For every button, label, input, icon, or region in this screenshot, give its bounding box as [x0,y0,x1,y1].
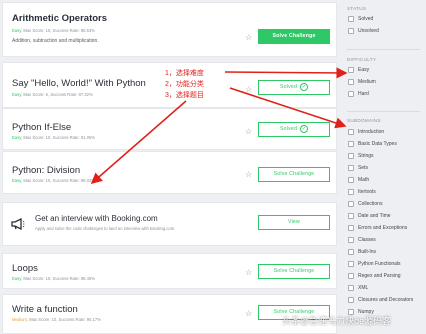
filter-easy[interactable]: Easy [348,66,424,74]
filter-regex-and-parsing[interactable]: Regex and Parsing [348,272,424,280]
challenge-title[interactable]: Write a function [12,304,78,315]
challenge-meta: Easy, Max Score: 5, Success Rate: 97.32% [12,92,93,97]
checkbox[interactable] [348,153,354,159]
divider [347,111,420,112]
checkbox[interactable] [348,79,354,85]
filter-math[interactable]: Math [348,176,424,184]
filter-built-ins[interactable]: Built-Ins [348,248,424,256]
annotation-function-category: 2，功能分类 [165,81,204,88]
filter-collections[interactable]: Collections [348,200,424,208]
checkbox[interactable] [348,297,354,303]
difficulty-filter-heading: DIFFICULTY [347,57,377,62]
divider [347,49,420,50]
filter-strings[interactable]: Strings [348,152,424,160]
check-icon: ✓ [300,124,309,133]
megaphone-icon [11,217,25,231]
challenge-meta: Easy, Max Score: 10, Success Rate: 98.02… [12,178,96,183]
solve-challenge-button[interactable]: Solve Challenge [258,167,330,182]
filter-unsolved[interactable]: Unsolved [348,27,424,35]
checkbox[interactable] [348,165,354,171]
checkbox[interactable] [348,225,354,231]
annotation-select-difficulty: 1，选择难度 [165,70,204,77]
promo-description: Apply and solve the code challenges to l… [35,226,175,231]
filter-itertools[interactable]: Itertools [348,188,424,196]
checkbox[interactable] [348,141,354,147]
checkbox[interactable] [348,261,354,267]
filter-hard[interactable]: Hard [348,90,424,98]
checkbox[interactable] [348,273,354,279]
challenge-meta: Easy, Max Score: 10, Success Rate: 91.05… [12,135,96,140]
star-icon[interactable]: ☆ [245,86,252,94]
status-filter-heading: STATUS [347,6,367,11]
checkbox[interactable] [348,28,354,34]
challenge-card[interactable]: Python: Division Easy, Max Score: 10, Su… [2,151,337,194]
checkbox[interactable] [348,189,354,195]
checkbox[interactable] [348,249,354,255]
solved-button[interactable]: Solved ✓ [258,122,330,137]
challenge-title[interactable]: Arithmetic Operators [12,13,107,24]
filter-python-functionals[interactable]: Python Functionals [348,260,424,268]
star-icon[interactable]: ☆ [245,269,252,277]
solved-button[interactable]: Solved ✓ [258,80,330,95]
challenge-title[interactable]: Python If-Else [12,122,71,133]
star-icon[interactable]: ☆ [245,310,252,318]
star-icon[interactable]: ☆ [245,34,252,42]
checkbox[interactable] [348,129,354,135]
challenge-title[interactable]: Python: Division [12,165,80,176]
check-icon: ✓ [300,82,309,91]
checkbox[interactable] [348,237,354,243]
solve-challenge-button[interactable]: Solve Challenge [258,264,330,279]
checkbox[interactable] [348,91,354,97]
filter-closures-and-decorators[interactable]: Closures and Decorators [348,296,424,304]
checkbox[interactable] [348,67,354,73]
challenge-title[interactable]: Say "Hello, World!" With Python [12,78,146,89]
filter-medium[interactable]: Medium [348,78,424,86]
watermark: 头条@急速马力快de源码客 [282,316,392,326]
checkbox[interactable] [348,201,354,207]
filter-xml[interactable]: XML [348,284,424,292]
view-button[interactable]: View [258,215,330,230]
challenge-card[interactable]: Loops Easy, Max Score: 10, Success Rate:… [2,253,337,289]
promo-card[interactable]: Get an interview with Booking.com Apply … [2,202,337,246]
star-icon[interactable]: ☆ [245,128,252,136]
challenge-card[interactable]: Python If-Else Easy, Max Score: 10, Succ… [2,108,337,150]
filter-errors-and-exceptions[interactable]: Errors and Exceptions [348,224,424,232]
solve-challenge-button[interactable]: Solve Challenge [258,29,330,44]
challenge-card[interactable]: Arithmetic Operators Easy, Max Score: 10… [2,2,337,57]
star-icon[interactable]: ☆ [245,171,252,179]
filter-date-and-time[interactable]: Date and Time [348,212,424,220]
challenge-meta: Easy, Max Score: 10, Success Rate: 98.53… [12,28,96,33]
promo-title: Get an interview with Booking.com [35,214,158,223]
challenge-meta: Easy, Max Score: 10, Success Rate: 98.45… [12,276,96,281]
challenge-description: Addition, subtraction and multiplication… [12,38,99,44]
filter-classes[interactable]: Classes [348,236,424,244]
filter-introduction[interactable]: Introduction [348,128,424,136]
annotation-select-problem: 3，选择题目 [165,92,204,99]
subdomains-filter-heading: SUBDOMAINS [347,118,381,123]
filter-basic-data-types[interactable]: Basic Data Types [348,140,424,148]
filter-sets[interactable]: Sets [348,164,424,172]
checkbox[interactable] [348,16,354,22]
challenge-title[interactable]: Loops [12,263,38,274]
checkbox[interactable] [348,285,354,291]
checkbox[interactable] [348,177,354,183]
filter-solved[interactable]: Solved [348,15,424,23]
challenge-meta: Medium, Max Score: 10, Success Rate: 90.… [12,317,101,322]
checkbox[interactable] [348,213,354,219]
